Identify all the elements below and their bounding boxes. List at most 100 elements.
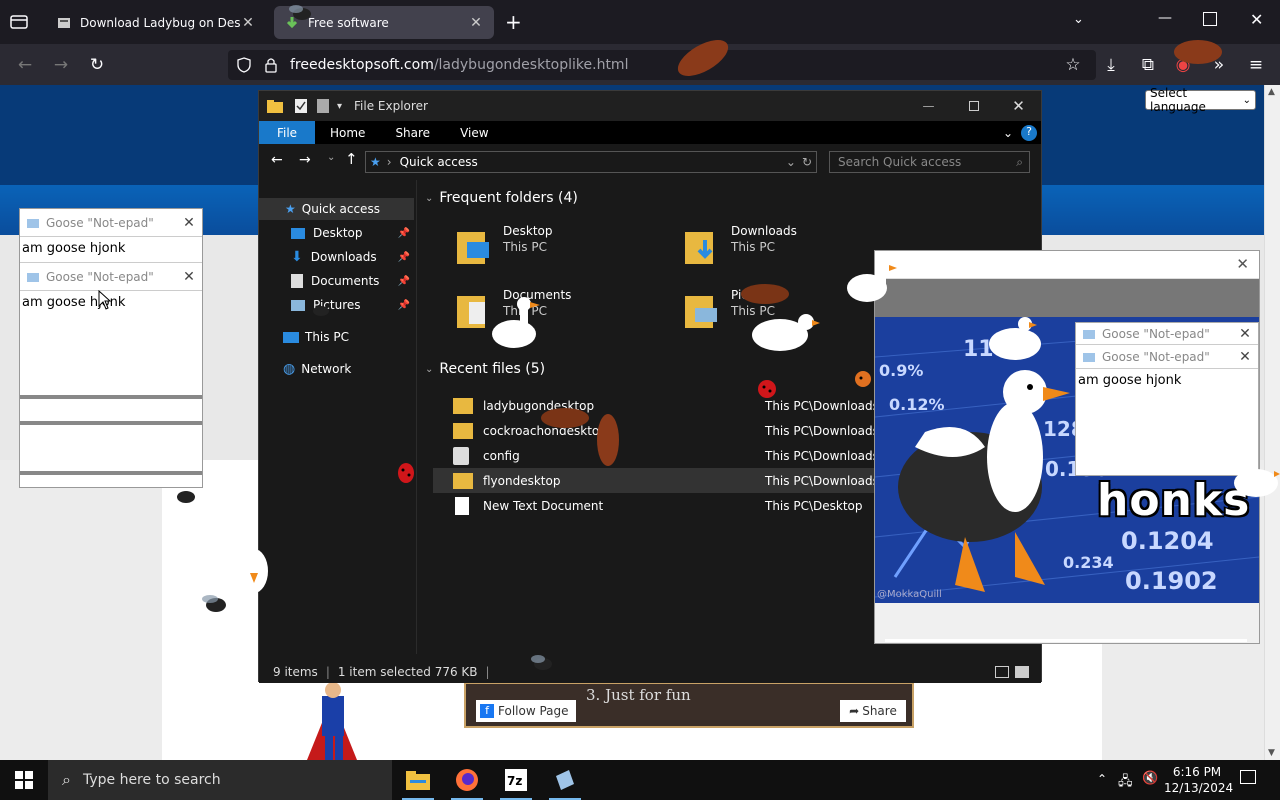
extensions-icon[interactable]: ⧉ [1135, 52, 1161, 78]
ladybug-sprite[interactable] [756, 378, 778, 400]
taskbar-search-input[interactable]: ⌕ Type here to search [48, 760, 392, 800]
goose-sprite[interactable] [236, 545, 272, 595]
cockroach-sprite[interactable] [588, 408, 628, 472]
sidebar-item-quick-access[interactable]: ★ Quick access [259, 198, 414, 220]
tab-download-ladybug[interactable]: Download Ladybug on Desktop ✕ [46, 6, 266, 39]
close-icon[interactable]: ✕ [176, 215, 202, 231]
ribbon-tab-file[interactable]: File [259, 121, 315, 144]
7zip-taskbar-icon[interactable]: 7z [496, 764, 536, 800]
cockroach-sprite[interactable] [1168, 30, 1228, 74]
notepad-taskbar-icon[interactable] [545, 764, 585, 800]
new-folder-icon[interactable] [317, 99, 329, 113]
details-view-icon[interactable] [995, 666, 1009, 678]
goose-notepad-text[interactable]: am goose hjonk [20, 237, 202, 263]
large-icons-view-icon[interactable] [1015, 666, 1029, 678]
facebook-icon: f [480, 704, 494, 718]
fly-sprite[interactable] [196, 588, 236, 622]
refresh-icon[interactable]: ↻ [802, 155, 812, 169]
ribbon-tab-share[interactable]: Share [380, 121, 445, 144]
recent-locations-icon[interactable]: ⌄ [327, 152, 335, 163]
pin-icon[interactable]: 📌 [398, 228, 410, 239]
file-location: This PC\Downloads [765, 473, 879, 488]
language-select[interactable]: Select language ⌄ [1145, 86, 1256, 114]
minimize-icon[interactable]: — [906, 99, 951, 113]
fly-sprite[interactable] [168, 482, 204, 512]
explorer-search-input[interactable]: Search Quick access ⌕ [829, 151, 1030, 173]
menu-icon[interactable]: ≡ [1243, 52, 1269, 78]
ladybug-sprite[interactable] [396, 460, 416, 486]
documents-icon [291, 274, 303, 288]
volume-muted-icon[interactable]: 🔇 [1142, 771, 1158, 786]
pin-icon[interactable]: 📌 [398, 252, 410, 263]
goose-sprite[interactable] [1230, 455, 1280, 505]
share-button[interactable]: ➦ Share [840, 700, 906, 722]
help-icon[interactable]: ? [1021, 124, 1037, 141]
up-arrow-icon[interactable]: ↑ [345, 150, 358, 168]
cockroach-sprite[interactable] [535, 400, 595, 436]
fly-sprite[interactable] [284, 0, 320, 26]
close-icon[interactable]: ✕ [176, 269, 202, 285]
url-bar[interactable]: freedesktopsoft.com/ladybugondesktoplike… [228, 50, 1096, 80]
reload-icon[interactable]: ↻ [84, 52, 110, 78]
goose-sprite[interactable] [845, 258, 900, 308]
maximize-icon[interactable] [951, 101, 996, 111]
pin-icon[interactable]: 📌 [398, 300, 410, 311]
bookmark-star-icon[interactable]: ☆ [1060, 52, 1086, 78]
forward-icon[interactable]: → [299, 152, 311, 168]
ladybug-sprite[interactable] [852, 368, 874, 390]
goose-notepad-text[interactable]: am goose hjonk [1076, 369, 1258, 392]
folder-tile-desktop[interactable]: Desktop This PC [457, 224, 657, 280]
recent-files-header[interactable]: ⌄ Recent files (5) [425, 361, 545, 377]
back-icon[interactable]: ← [271, 152, 283, 168]
customize-toolbar-icon[interactable]: ▾ [337, 101, 342, 112]
cockroach-sprite[interactable] [668, 30, 738, 85]
folder-tile-documents[interactable]: Documents This PC [457, 288, 657, 344]
network-icon[interactable]: 🖧 [1118, 772, 1133, 794]
frequent-folders-header[interactable]: ⌄ Frequent folders (4) [425, 190, 578, 206]
tab-list-icon[interactable] [8, 12, 30, 32]
clock[interactable]: 6:16 PM 12/13/2024 [1164, 764, 1233, 796]
close-tab-icon[interactable]: ✕ [240, 15, 256, 31]
new-tab-icon[interactable]: + [505, 10, 525, 34]
file-explorer-taskbar-icon[interactable] [398, 764, 438, 800]
sidebar-item-network[interactable]: ◍ Network [259, 358, 414, 380]
pin-icon[interactable]: 📌 [398, 276, 410, 287]
sidebar-item-desktop[interactable]: Desktop 📌 [259, 222, 414, 244]
sidebar-item-this-pc[interactable]: This PC [259, 326, 414, 348]
minimize-icon[interactable]: — [1158, 10, 1172, 26]
sidebar-item-documents[interactable]: Documents 📌 [259, 270, 414, 292]
page-scrollbar[interactable]: ▲ ▼ [1264, 85, 1280, 760]
forward-icon[interactable]: → [48, 52, 74, 78]
sidebar-item-downloads[interactable]: ⬇ Downloads 📌 [259, 246, 414, 268]
ribbon-tab-view[interactable]: View [445, 121, 503, 144]
show-hidden-icons-icon[interactable]: ⌃ [1097, 772, 1107, 786]
chevron-down-icon[interactable]: ⌄ [1073, 12, 1084, 27]
windows-start-icon[interactable] [4, 764, 44, 796]
close-tab-icon[interactable]: ✕ [468, 15, 484, 31]
fly-sprite[interactable] [306, 296, 336, 326]
cockroach-sprite[interactable] [735, 276, 795, 312]
sidebar-item-pictures[interactable]: Pictures 📌 [259, 294, 414, 316]
goose-sprite[interactable] [490, 296, 542, 354]
firefox-taskbar-icon[interactable] [447, 764, 487, 800]
chevron-down-icon[interactable]: ⌄ [1003, 126, 1013, 140]
properties-icon[interactable] [295, 99, 307, 113]
chevron-down-icon: ⌄ [425, 363, 434, 375]
close-icon[interactable]: ✕ [1232, 349, 1258, 365]
ribbon-tab-home[interactable]: Home [315, 121, 380, 144]
close-icon[interactable]: ✕ [1236, 255, 1249, 273]
address-bar[interactable]: ★ › Quick access ⌄ ↻ [365, 151, 817, 173]
notifications-icon[interactable] [1240, 770, 1256, 784]
close-window-icon[interactable]: ✕ [1250, 10, 1263, 29]
follow-page-button[interactable]: f Follow Page [476, 700, 576, 722]
downloads-icon[interactable]: ⤓ [1098, 52, 1124, 78]
restore-icon[interactable] [1203, 12, 1217, 26]
close-icon[interactable]: ✕ [1232, 326, 1258, 342]
zip-folder-icon [453, 472, 473, 489]
goose-sprite[interactable] [750, 310, 820, 360]
close-icon[interactable]: ✕ [996, 97, 1041, 115]
goose-sprite[interactable] [985, 314, 1045, 374]
chevron-down-icon[interactable]: ⌄ [786, 155, 796, 169]
fly-sprite[interactable] [526, 650, 560, 678]
back-icon[interactable]: ← [12, 52, 38, 78]
